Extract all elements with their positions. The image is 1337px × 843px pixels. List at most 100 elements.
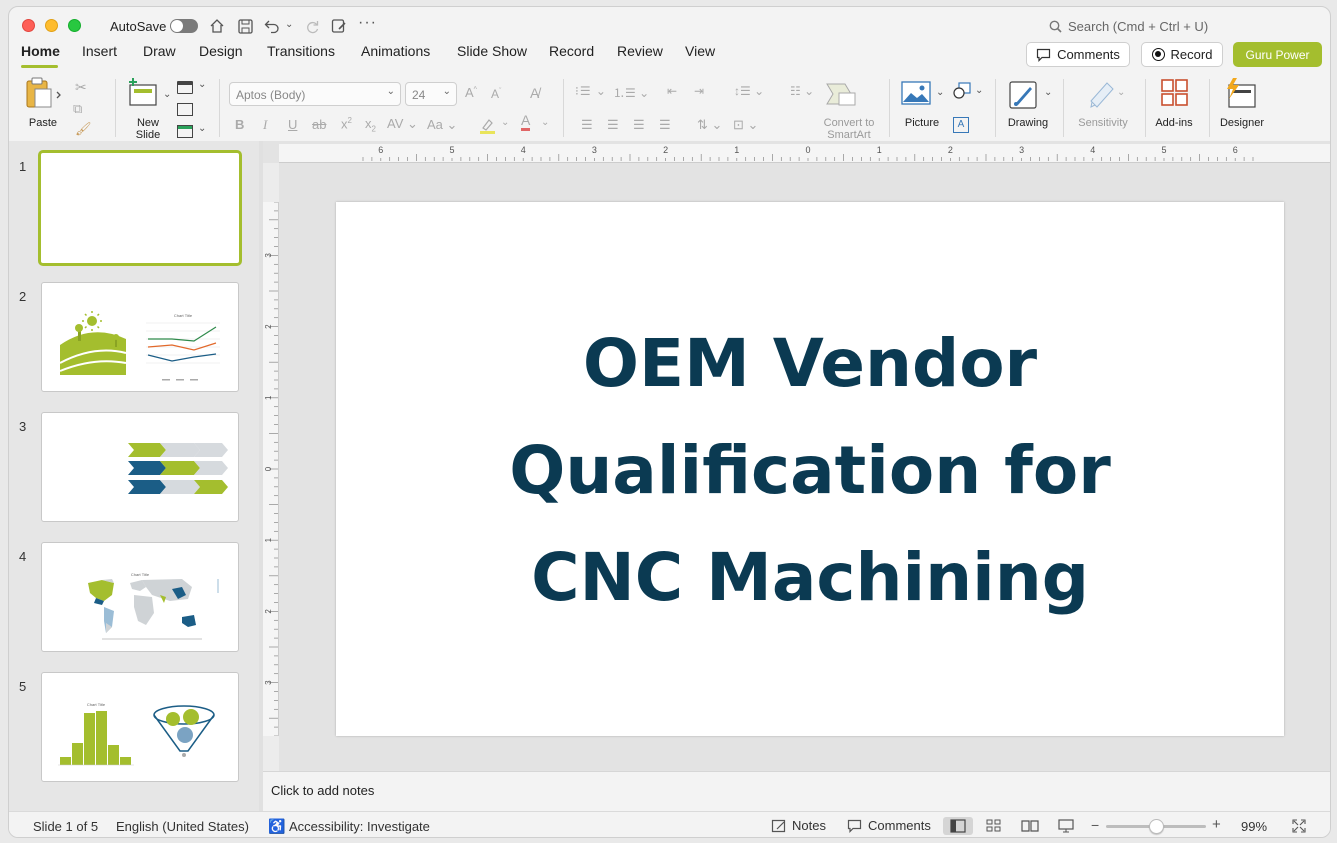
drawing-icon[interactable]: [1008, 79, 1040, 111]
fit-to-window-icon[interactable]: [1292, 819, 1306, 833]
notes-toggle-label: Notes: [792, 818, 826, 833]
slide-thumbnail-2[interactable]: Chart Title: [41, 282, 239, 392]
minimize-window-button[interactable]: [45, 19, 58, 32]
ruler-tick-label: 4: [521, 145, 526, 155]
customize-toolbar-icon[interactable]: [330, 17, 348, 35]
search-placeholder: Search (Cmd + Ctrl + U): [1068, 19, 1209, 34]
paste-icon[interactable]: [23, 77, 63, 109]
ruler-tick-label: 3: [264, 680, 273, 685]
thumb-4-chart-title: Chart Title: [131, 572, 150, 577]
superscript-icon: x2: [341, 116, 352, 132]
accessibility-status[interactable]: Accessibility: Investigate: [289, 819, 430, 834]
layout-icon[interactable]: [177, 81, 193, 94]
tab-draw[interactable]: Draw: [143, 43, 176, 59]
slide-thumbnail-5[interactable]: Chart Title: [41, 672, 239, 782]
font-color-icon: A: [521, 113, 531, 131]
tab-record[interactable]: Record: [549, 43, 594, 59]
slide-thumbnail-1[interactable]: [38, 150, 242, 266]
zoom-in-button[interactable]: +: [1212, 816, 1221, 833]
thumb-2-chart-title: Chart Title: [174, 313, 193, 318]
tab-home[interactable]: Home: [21, 43, 60, 59]
ruler-tick-label: 5: [1161, 145, 1166, 155]
tab-design[interactable]: Design: [199, 43, 243, 59]
zoom-level[interactable]: 99%: [1241, 819, 1267, 834]
tab-animations[interactable]: Animations: [361, 43, 430, 59]
slide-title-line-2: Qualification for: [509, 432, 1111, 509]
slide-number-5: 5: [19, 679, 27, 694]
notes-pane[interactable]: Click to add notes: [263, 771, 1330, 811]
slide-thumbnail-4[interactable]: Chart Title: [41, 542, 239, 652]
close-window-button[interactable]: [22, 19, 35, 32]
autosave-toggle[interactable]: [170, 19, 198, 33]
slide-sorter-icon[interactable]: [986, 819, 1002, 833]
comments-button[interactable]: Comments: [1026, 42, 1130, 67]
slide-thumbnail-3[interactable]: [41, 412, 239, 522]
language-indicator[interactable]: English (United States): [116, 819, 249, 834]
paste-label: Paste: [28, 117, 58, 129]
comments-toggle[interactable]: Comments: [847, 818, 931, 833]
align-left-icon: ☰: [581, 117, 593, 132]
record-button[interactable]: Record: [1141, 42, 1223, 67]
zoom-out-button[interactable]: −: [1091, 817, 1099, 833]
undo-dropdown-icon[interactable]: ⌄: [285, 19, 293, 30]
ruler-tick-label: 2: [948, 145, 953, 155]
ruler-tick-label: 3: [264, 253, 273, 258]
numbering-icon: ⒈☰ ⌄: [613, 86, 650, 100]
font-name-select[interactable]: Aptos (Body) ⌄: [229, 82, 401, 106]
tab-insert[interactable]: Insert: [82, 43, 117, 59]
slide-show-icon[interactable]: [1057, 819, 1075, 833]
strikethrough-icon: ab: [312, 117, 327, 132]
zoom-slider-knob[interactable]: [1148, 819, 1164, 834]
status-bar: Slide 1 of 5 English (United States) ♿ A…: [9, 811, 1330, 837]
copy-icon: ⧉: [73, 101, 83, 116]
section-icon[interactable]: [177, 125, 193, 138]
vertical-ruler: 3 2 1 0 1 2 3: [263, 201, 279, 737]
guru-power-label: Guru Power: [1245, 47, 1310, 62]
normal-view-button[interactable]: [943, 817, 973, 835]
increase-font-icon: A^: [465, 85, 477, 100]
ruler-tick-label: 1: [877, 145, 882, 155]
text-box-icon[interactable]: A: [953, 117, 969, 133]
more-icon[interactable]: ···: [358, 14, 377, 32]
new-slide-dropdown-icon[interactable]: ⌄: [163, 89, 171, 100]
slide-number-4: 4: [19, 549, 27, 564]
subscript-icon: x2: [365, 116, 376, 134]
slide-count: Slide 1 of 5: [33, 819, 99, 834]
guru-power-button[interactable]: Guru Power: [1233, 42, 1322, 67]
zoom-window-button[interactable]: [68, 19, 81, 32]
ruler-tick-label: 1: [264, 537, 273, 542]
zoom-slider[interactable]: [1106, 819, 1206, 834]
designer-icon[interactable]: [1223, 77, 1257, 109]
shapes-icon[interactable]: [953, 82, 971, 100]
home-icon[interactable]: [208, 17, 226, 35]
format-painter-icon[interactable]: 🖌: [75, 121, 92, 137]
tab-review[interactable]: Review: [617, 43, 663, 59]
tab-slide-show[interactable]: Slide Show: [457, 43, 527, 59]
reading-view-icon[interactable]: [1021, 819, 1039, 833]
reset-icon[interactable]: [177, 103, 193, 116]
ribbon-tabs: Home Insert Draw Design Transitions Anim…: [9, 42, 1330, 73]
tab-transitions[interactable]: Transitions: [267, 43, 335, 59]
ruler-tick-label: 0: [805, 145, 810, 155]
new-slide-icon[interactable]: [127, 77, 161, 109]
tab-view[interactable]: View: [685, 43, 715, 59]
histogram-funnel-preview: Chart Title: [58, 702, 215, 766]
line-spacing-icon: ↕☰ ⌄: [734, 84, 765, 98]
drawing-label: Drawing: [1007, 117, 1049, 129]
redo-icon: [303, 17, 321, 35]
notes-toggle[interactable]: Notes: [771, 818, 826, 833]
undo-icon[interactable]: [263, 17, 281, 35]
slide-title-textbox[interactable]: OEM Vendor Qualification for CNC Machini…: [336, 310, 1284, 631]
font-size-select[interactable]: 24 ⌄: [405, 82, 457, 106]
ruler-tick-label: 2: [264, 609, 273, 614]
slide-editor: 6 5 4 3 2 1 0 1 2 3 4 5 6 3 2 1 0 1 2 3 OEM Vendor Qualifi…: [263, 141, 1330, 771]
cut-icon: ✂: [75, 79, 87, 95]
picture-icon[interactable]: [901, 81, 931, 107]
highlight-icon: [479, 117, 497, 134]
font-size-value: 24: [412, 88, 426, 102]
search-box[interactable]: Search (Cmd + Ctrl + U): [1049, 19, 1208, 34]
add-ins-icon[interactable]: [1161, 79, 1189, 109]
justify-icon: ☰: [659, 117, 671, 132]
slide-canvas[interactable]: OEM Vendor Qualification for CNC Machini…: [336, 202, 1284, 736]
save-icon[interactable]: [236, 17, 254, 35]
